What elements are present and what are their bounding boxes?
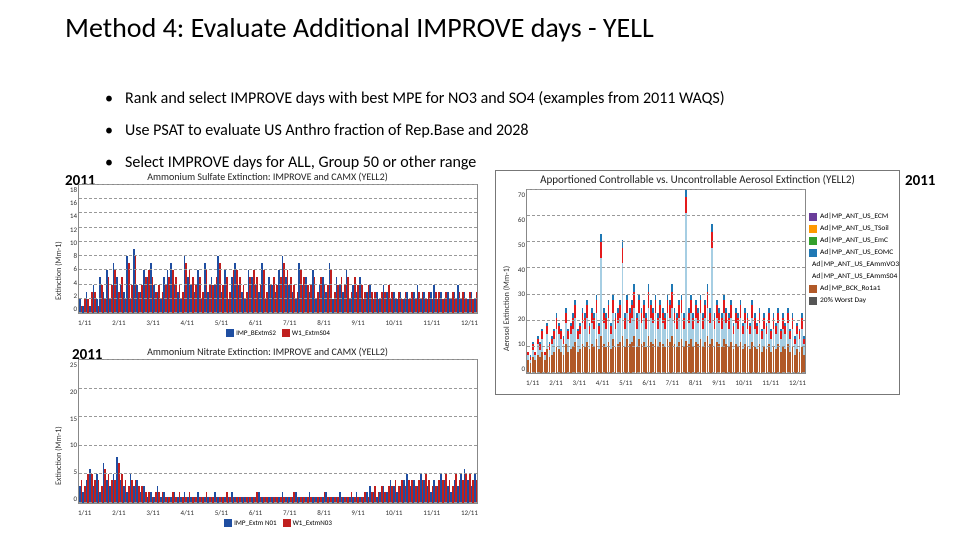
x-axis: 1/112/113/114/115/116/117/118/119/1110/1… <box>78 508 478 517</box>
bullet-item: Use PSAT to evaluate US Anthro fraction … <box>105 123 725 139</box>
y-axis: 706050403020100 <box>513 190 525 373</box>
chart-title: Ammonium Sulfate Extinction: IMPROVE and… <box>50 170 485 183</box>
chart-apportioned: Apportioned Controllable vs. Uncontrolla… <box>495 170 900 395</box>
year-label: 2011 <box>905 172 935 190</box>
chart-bars <box>79 185 477 313</box>
legend: IMP_Extm N01W1_ExtmN03 <box>78 518 478 527</box>
legend: Ad|MP_ANT_US_ECMAd|MP_ANT_US_TSoilAd|MP_… <box>809 211 895 307</box>
y-axis-label: Aerosol Extinction (Mm-1) <box>502 266 512 351</box>
bullet-item: Rank and select IMPROVE days with best M… <box>105 91 725 107</box>
y-axis-label: Extinction (Mm-1) <box>54 241 64 300</box>
y-axis-label: Extinction (Mm-1) <box>54 426 64 485</box>
chart-title: Ammonium Nitrate Extinction: IMPROVE and… <box>50 345 485 358</box>
chart-title: Apportioned Controllable vs. Uncontrolla… <box>496 173 899 186</box>
x-axis: 1/112/113/114/115/116/117/118/119/1110/1… <box>526 378 806 387</box>
bullet-item: Select IMPROVE days for ALL, Group 50 or… <box>105 155 725 171</box>
y-axis: 181614121086420 <box>65 185 77 313</box>
page-title: Method 4: Evaluate Additional IMPROVE da… <box>65 10 654 45</box>
y-axis: 2520151050 <box>65 360 77 503</box>
chart-nitrate: Ammonium Nitrate Extinction: IMPROVE and… <box>50 345 485 530</box>
chart-bars <box>79 360 477 503</box>
chart-sulfate: Ammonium Sulfate Extinction: IMPROVE and… <box>50 170 485 340</box>
x-axis: 1/112/113/114/115/116/117/118/119/1110/1… <box>78 318 478 327</box>
legend: IMP_BExtmS2W1_ExtmS04 <box>78 328 478 337</box>
